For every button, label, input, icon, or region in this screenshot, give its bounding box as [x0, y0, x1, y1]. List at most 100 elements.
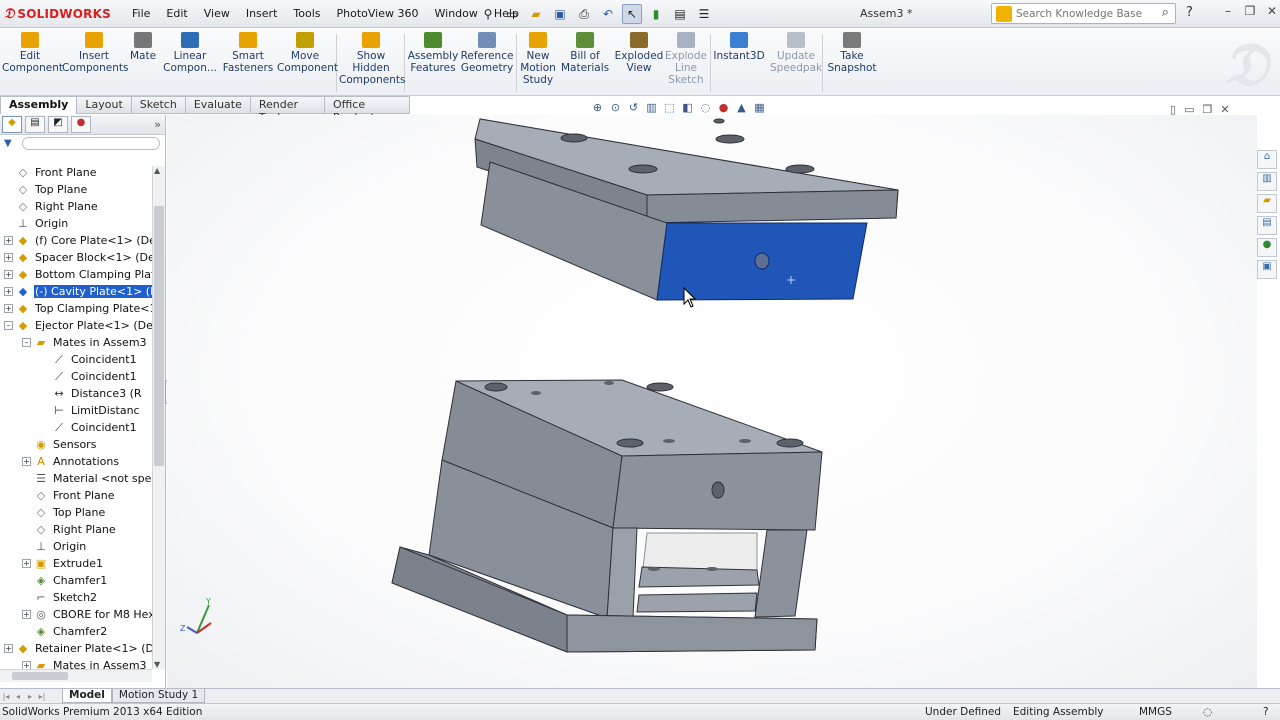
exploded-view-button[interactable]: Exploded View — [613, 32, 665, 74]
expand-toggle-icon[interactable]: + — [22, 559, 31, 568]
edit-component-button[interactable]: Edit Component — [2, 32, 63, 74]
section-view-icon[interactable]: ▥ — [644, 101, 659, 116]
prev-tab-icon[interactable]: ◂ — [12, 692, 24, 701]
options-icon[interactable]: ☰ — [694, 4, 714, 24]
tree-filter-input[interactable] — [22, 136, 160, 150]
move-component-button[interactable]: Move Component — [277, 32, 338, 74]
menu-file[interactable]: File — [124, 6, 158, 21]
expand-toggle-icon[interactable]: + — [4, 644, 13, 653]
scroll-thumb[interactable] — [154, 206, 164, 466]
menu-tools[interactable]: Tools — [285, 6, 328, 21]
tree-item[interactable]: ◉ Sensors — [22, 436, 97, 453]
tree-item[interactable]: – ▰ Mates in Assem3 — [22, 334, 148, 351]
assembly-features-button[interactable]: Assembly Features — [407, 32, 459, 74]
next-tab-icon[interactable]: ▸ — [24, 692, 36, 701]
print-icon[interactable]: ⎙ — [574, 4, 594, 24]
tab-render-tools[interactable]: Render Tools — [250, 96, 325, 124]
tab-evaluate[interactable]: Evaluate — [185, 96, 251, 114]
menu-view[interactable]: View — [196, 6, 238, 21]
linear-component-button[interactable]: Linear Compon... — [160, 32, 220, 74]
first-tab-icon[interactable]: |◂ — [0, 692, 12, 701]
tree-item[interactable]: + ◆ (-) Cavity Plate<1> (De — [4, 283, 152, 300]
solidworks-logo[interactable]: 𝔇 SOLIDWORKS — [4, 4, 111, 24]
apply-scene-icon[interactable]: ▲ — [734, 101, 749, 116]
tree-item[interactable]: + ◆ (f) Core Plate<1> (Defa — [4, 232, 152, 249]
tab-assembly[interactable]: Assembly — [0, 96, 78, 114]
menu-window[interactable]: Window — [427, 6, 486, 21]
tree-item[interactable]: ⌐ Sketch2 — [22, 589, 98, 606]
new-motion-study-button[interactable]: New Motion Study — [520, 32, 556, 86]
smart-fasteners-button[interactable]: Smart Fasteners — [222, 32, 274, 74]
zoom-to-area-icon[interactable]: ⊙ — [608, 101, 623, 116]
tree-item[interactable]: ◇ Front Plane — [22, 487, 116, 504]
file-properties-icon[interactable]: ▤ — [670, 4, 690, 24]
help-status-icon[interactable]: ? — [1263, 706, 1269, 718]
expand-toggle-icon[interactable]: + — [22, 661, 31, 669]
tree-item[interactable]: ⊥ Origin — [22, 538, 87, 555]
undo-icon[interactable]: ↶ — [598, 4, 618, 24]
status-units[interactable]: MMGS — [1139, 706, 1172, 718]
search-input[interactable] — [1016, 7, 1148, 20]
tab-layout[interactable]: Layout — [77, 96, 132, 114]
tree-item[interactable]: ☰ Material <not speci — [22, 470, 152, 487]
tree-item[interactable]: ◇ Front Plane — [4, 166, 98, 181]
tree-item[interactable]: ⟋ Coincident1 — [40, 419, 138, 436]
instant3d-button[interactable]: Instant3D — [713, 32, 765, 62]
appearances-icon[interactable]: ● — [1257, 238, 1277, 257]
property-manager-tab-icon[interactable]: ▤ — [25, 116, 45, 133]
design-library-icon[interactable]: ▥ — [1257, 172, 1277, 191]
close-icon[interactable]: ✕ — [1264, 4, 1280, 18]
display-manager-tab-icon[interactable]: ● — [71, 116, 91, 133]
search-icon[interactable]: ⌕ — [1162, 5, 1169, 20]
insert-components-button[interactable]: Insert Components — [62, 32, 128, 74]
tree-item[interactable]: ↔ Distance3 (R — [40, 385, 143, 402]
solidworks-resources-icon[interactable]: ⌂ — [1257, 150, 1277, 169]
expand-chevron-icon[interactable]: » — [154, 118, 161, 131]
tab-office-products[interactable]: Office Products — [324, 96, 410, 124]
scroll-up-icon[interactable]: ▲ — [154, 166, 160, 175]
minimize-icon[interactable]: – — [1220, 4, 1236, 18]
tab-model[interactable]: Model — [62, 689, 112, 703]
tree-item[interactable]: ◇ Right Plane — [22, 521, 117, 538]
expand-toggle-icon[interactable]: + — [4, 270, 13, 279]
expand-toggle-icon[interactable]: – — [4, 321, 13, 330]
take-snapshot-button[interactable]: Take Snapshot — [826, 32, 878, 74]
expand-toggle-icon[interactable]: + — [22, 610, 31, 619]
tree-item[interactable]: ◇ Right Plane — [4, 198, 99, 215]
tree-item[interactable]: ⟋ Coincident1 — [40, 368, 138, 385]
tree-item[interactable]: ⟋ Coincident1 — [40, 351, 138, 368]
display-style-icon[interactable]: ◧ — [680, 101, 695, 116]
menu-insert[interactable]: Insert — [238, 6, 286, 21]
tree-item[interactable]: + ◎ CBORE for M8 Hex — [22, 606, 152, 623]
new-document-icon[interactable]: ▭ — [502, 4, 522, 24]
tree-vertical-scrollbar[interactable]: ▲ ▼ — [152, 166, 165, 669]
tree-item[interactable]: –◆ Ejector Plate<1> (Defau — [4, 317, 152, 334]
help-icon[interactable]: ? — [1186, 5, 1193, 20]
tree-item[interactable]: ⊢ LimitDistanc — [40, 402, 141, 419]
tree-item[interactable]: + ◆ Bottom Clamping Plate — [4, 266, 152, 283]
tree-item[interactable]: + ▣ Extrude1 — [22, 555, 104, 572]
open-folder-icon[interactable]: ▰ — [526, 4, 546, 24]
scroll-down-icon[interactable]: ▼ — [154, 660, 160, 669]
view-orientation-icon[interactable]: ⬚ — [662, 101, 677, 116]
update-speedpak-button[interactable]: Update Speedpak — [770, 32, 822, 74]
tree-item[interactable]: ◇ Top Plane — [22, 504, 106, 521]
filter-icon[interactable]: ▼ — [4, 138, 22, 149]
tree-item[interactable]: + ◆ Spacer Block<1> (Defa — [4, 249, 152, 266]
explode-line-sketch-button[interactable]: Explode Line Sketch — [665, 32, 707, 86]
units-menu-icon[interactable]: ◌ — [1203, 706, 1212, 718]
hscroll-thumb[interactable] — [12, 672, 68, 680]
tab-sketch[interactable]: Sketch — [131, 96, 186, 114]
view-palette-icon[interactable]: ▤ — [1257, 216, 1277, 235]
expand-toggle-icon[interactable]: + — [4, 287, 13, 296]
previous-view-icon[interactable]: ↺ — [626, 101, 641, 116]
mate-button[interactable]: Mate — [128, 32, 158, 62]
reference-geometry-button[interactable]: Reference Geometry — [459, 32, 515, 74]
tree-item[interactable]: ◈ Chamfer1 — [22, 572, 108, 589]
tree-item[interactable]: + ◆ Retainer Plate<1> (Def — [4, 640, 152, 657]
view-settings-icon[interactable]: ▦ — [752, 101, 767, 116]
pin-icon[interactable]: ⚲ — [478, 4, 498, 24]
tab-motion-study-1[interactable]: Motion Study 1 — [111, 689, 206, 703]
expand-toggle-icon[interactable]: – — [22, 338, 31, 347]
tree-item[interactable]: ◈ Chamfer2 — [22, 623, 108, 640]
